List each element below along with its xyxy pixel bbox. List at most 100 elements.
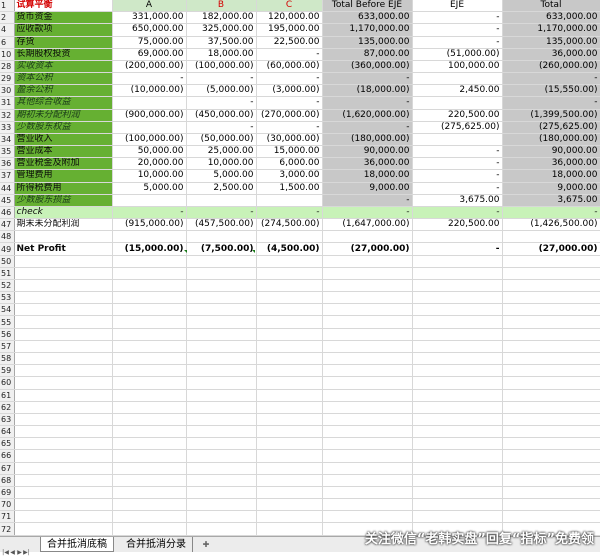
row-number[interactable]: 51 (0, 267, 15, 280)
cell-eje[interactable]: - (412, 206, 503, 220)
empty-cell[interactable] (112, 474, 187, 487)
empty-cell[interactable] (256, 255, 323, 268)
empty-cell[interactable] (412, 449, 503, 463)
empty-cell[interactable] (502, 437, 600, 451)
cell-eje[interactable]: 220,500.00 (412, 218, 503, 232)
empty-cell[interactable] (322, 352, 413, 366)
empty-cell[interactable] (186, 352, 257, 366)
empty-cell[interactable] (112, 291, 187, 305)
account-label[interactable]: 少数股东损益 (14, 194, 113, 207)
cell-total[interactable]: 3,675.00 (502, 194, 600, 207)
cell-total-before-eje[interactable]: (180,000.00) (322, 133, 413, 147)
empty-cell[interactable] (14, 462, 113, 475)
account-label[interactable]: 营业收入 (14, 133, 113, 147)
account-label[interactable]: 期初未分配利润 (14, 109, 113, 122)
cell-eje[interactable]: - (412, 182, 503, 195)
col-header-b[interactable]: B (186, 0, 257, 13)
empty-cell[interactable] (14, 364, 113, 378)
cell-a[interactable]: 10,000.00 (112, 169, 187, 183)
cell-a[interactable]: 50,000.00 (112, 145, 187, 159)
empty-cell[interactable] (322, 413, 413, 427)
cell-a[interactable]: 75,000.00 (112, 36, 187, 49)
cell-total[interactable]: 135,000.00 (502, 36, 600, 49)
empty-cell[interactable] (412, 413, 503, 427)
cell-c[interactable]: 1,500.00 (256, 182, 323, 195)
empty-cell[interactable] (14, 255, 113, 268)
empty-cell[interactable] (256, 364, 323, 378)
empty-cell[interactable] (186, 437, 257, 451)
account-label[interactable]: 期末未分配利润 (14, 218, 113, 232)
empty-cell[interactable] (322, 449, 413, 463)
empty-cell[interactable] (412, 328, 503, 341)
empty-cell[interactable] (186, 498, 257, 512)
empty-cell[interactable] (502, 401, 600, 414)
account-label[interactable]: 营业税金及附加 (14, 157, 113, 171)
empty-cell[interactable] (256, 328, 323, 341)
empty-cell[interactable] (14, 376, 113, 390)
cell-c[interactable]: 15,000.00 (256, 145, 323, 159)
prev-sheet-icon[interactable]: ◀ (9, 548, 16, 558)
cell-c[interactable]: 120,000.00 (256, 11, 323, 25)
empty-cell[interactable] (14, 267, 113, 280)
empty-cell[interactable] (256, 486, 323, 500)
empty-cell[interactable] (502, 291, 600, 305)
empty-cell[interactable] (14, 425, 113, 439)
empty-cell[interactable] (256, 389, 323, 402)
empty-cell[interactable] (412, 437, 503, 451)
empty-cell[interactable] (412, 291, 503, 305)
last-sheet-icon[interactable]: ▶| (23, 548, 30, 558)
tab-consolidation-worksheet[interactable]: 合并抵消底稿 (40, 537, 114, 552)
cell-eje[interactable]: - (412, 242, 503, 256)
empty-cell[interactable] (412, 462, 503, 475)
row-number[interactable]: 52 (0, 279, 15, 293)
empty-cell[interactable] (112, 267, 187, 280)
cell-b[interactable]: 182,000.00 (186, 11, 257, 25)
cell-total[interactable]: (180,000.00) (502, 133, 600, 147)
empty-cell[interactable] (256, 315, 323, 329)
cell-total[interactable]: - (502, 72, 600, 86)
cell-eje[interactable]: - (412, 145, 503, 159)
row-number[interactable]: 31 (0, 96, 15, 110)
row-number[interactable]: 67 (0, 462, 15, 475)
empty-cell[interactable] (186, 425, 257, 439)
empty-cell[interactable] (412, 267, 503, 280)
empty-cell[interactable] (112, 352, 187, 366)
cell-c[interactable]: (270,000.00) (256, 109, 323, 122)
cell-a[interactable]: - (112, 206, 187, 220)
account-label[interactable]: 所得税费用 (14, 182, 113, 195)
cell-a[interactable]: 20,000.00 (112, 157, 187, 171)
empty-cell[interactable] (112, 413, 187, 427)
empty-cell[interactable] (186, 522, 257, 536)
empty-cell[interactable] (322, 255, 413, 268)
cell-b[interactable]: 5,000.00 (186, 169, 257, 183)
cell-b[interactable]: (50,000.00) (186, 133, 257, 147)
cell-total-before-eje[interactable]: (360,000.00) (322, 60, 413, 74)
row-number[interactable]: 59 (0, 364, 15, 378)
account-label[interactable]: 营业成本 (14, 145, 113, 159)
empty-cell[interactable] (186, 376, 257, 390)
cell-b[interactable]: 25,000.00 (186, 145, 257, 159)
new-sheet-icon[interactable]: ✚ (200, 539, 212, 550)
cell-total[interactable]: 18,000.00 (502, 169, 600, 183)
cell-b[interactable]: (5,000.00) (186, 84, 257, 98)
empty-cell[interactable] (502, 389, 600, 402)
empty-cell[interactable] (502, 413, 600, 427)
spreadsheet-grid[interactable]: 1 试算平衡 A B C Total Before EJE EJE Total … (0, 0, 600, 536)
empty-cell[interactable] (412, 510, 503, 524)
empty-cell[interactable] (14, 510, 113, 524)
cell-c[interactable]: 6,000.00 (256, 157, 323, 171)
cell-a[interactable]: 331,000.00 (112, 11, 187, 25)
empty-cell[interactable] (186, 486, 257, 500)
empty-cell[interactable] (412, 498, 503, 512)
empty-cell[interactable] (14, 437, 113, 451)
empty-cell[interactable] (322, 437, 413, 451)
account-label[interactable]: 货币资金 (14, 11, 113, 25)
account-label[interactable]: 长期股权投资 (14, 48, 113, 61)
cell-a[interactable]: (100,000.00) (112, 133, 187, 147)
empty-cell[interactable] (322, 315, 413, 329)
cell-total[interactable]: (27,000.00) (502, 242, 600, 256)
cell-b[interactable]: - (186, 206, 257, 220)
cell-total-before-eje[interactable]: (1,620,000.00) (322, 109, 413, 122)
col-header-eje[interactable]: EJE (412, 0, 503, 13)
row-number[interactable]: 37 (0, 169, 15, 183)
